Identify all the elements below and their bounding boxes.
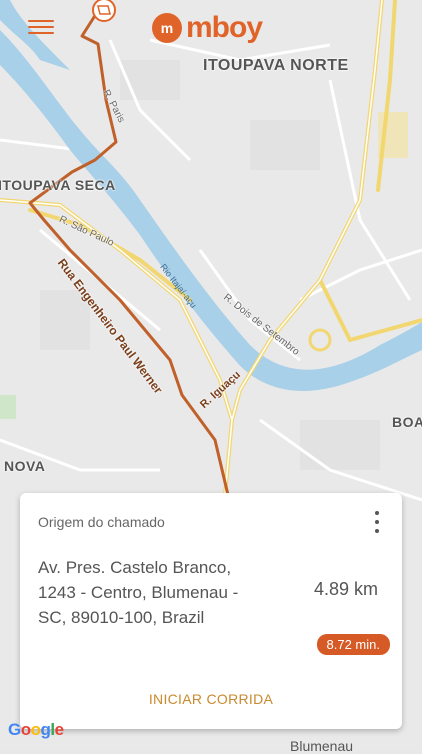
address-line: SC, 89010-100, Brazil	[38, 608, 205, 627]
start-ride-button[interactable]: INICIAR CORRIDA	[20, 691, 402, 707]
ride-origin-card: Origem do chamado Av. Pres. Castelo Bran…	[20, 493, 402, 729]
address-line: Av. Pres. Castelo Branco,	[38, 558, 232, 577]
district-label-itoupava-norte: ITOUPAVA NORTE	[203, 57, 349, 74]
district-label-nova: NOVA	[4, 458, 46, 474]
address-line: 1243 - Centro, Blumenau -	[38, 583, 239, 602]
origin-address: Av. Pres. Castelo Branco, 1243 - Centro,…	[38, 555, 288, 630]
google-attribution: Google	[8, 720, 64, 739]
more-vertical-icon[interactable]	[372, 511, 382, 533]
app-logo: m mboy	[152, 10, 263, 46]
time-badge: 8.72 min.	[316, 634, 390, 655]
logo-mark: m	[152, 13, 182, 43]
logo-text: mboy	[186, 11, 263, 44]
destination-pin-icon[interactable]	[92, 0, 116, 22]
hamburger-menu-icon[interactable]	[28, 16, 54, 38]
card-title: Origem do chamado	[38, 514, 165, 530]
district-label-boa: BOA	[392, 414, 422, 430]
city-label-blumenau: Blumenau	[290, 738, 354, 754]
distance-value: 4.89 km	[313, 579, 378, 599]
district-label-itoupava-seca: ITOUPAVA SECA	[0, 177, 116, 193]
